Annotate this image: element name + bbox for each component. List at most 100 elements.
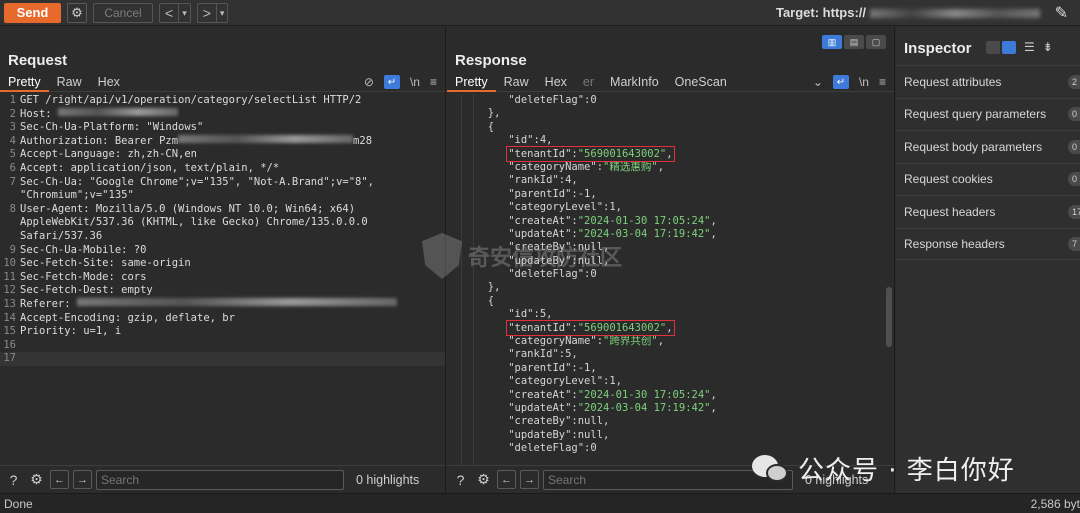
inspector-item[interactable]: Request cookies 0 xyxy=(896,162,1080,196)
json-pair: "rankId":5, xyxy=(508,348,578,360)
inspector-item[interactable]: Response headers 7 xyxy=(896,227,1080,260)
layout-single-icon[interactable]: ▢ xyxy=(866,35,886,49)
json-key: "tenantId" xyxy=(508,147,572,160)
newline-toggle[interactable]: \n xyxy=(410,75,420,89)
json-line: "categoryLevel":1, xyxy=(447,375,887,388)
line-content: Sec-Ch-Ua: "Google Chrome";v="135", "Not… xyxy=(20,175,375,188)
request-line: 9 Sec-Ch-Ua-Mobile: ?0 xyxy=(0,244,445,258)
tabs-dropdown-icon[interactable]: ⌄ xyxy=(813,75,823,89)
json-key: "categoryLevel" xyxy=(508,375,604,388)
response-scrollbar[interactable] xyxy=(886,287,892,347)
json-comma: , xyxy=(571,174,578,187)
forward-nav-group: > ▾ xyxy=(196,2,229,23)
response-wrap-lines-icon[interactable]: ↵ xyxy=(832,75,849,89)
request-line: 2 Host: xyxy=(0,107,445,122)
back-dropdown-icon[interactable]: ▾ xyxy=(178,3,190,22)
json-value: "2024-01-30 17:05:24" xyxy=(577,214,711,227)
request-search-input[interactable] xyxy=(96,469,344,490)
response-prev-match-icon[interactable]: ← xyxy=(497,470,516,489)
center-watermark: 奇安信攻防社区 xyxy=(422,233,622,279)
inspector-item-count: 0 xyxy=(1068,107,1080,122)
status-bytes: 2,586 byt xyxy=(1030,496,1080,511)
response-tab-raw[interactable]: Raw xyxy=(496,72,537,92)
response-newline-toggle[interactable]: \n xyxy=(859,75,869,89)
line-number: 11 xyxy=(3,270,16,283)
json-value: -1 xyxy=(577,187,591,200)
json-value: 0 xyxy=(590,442,597,455)
line-content: Authorization: Bearer Pzm xyxy=(20,134,179,147)
layout-horizontal-icon[interactable]: ▤ xyxy=(844,35,864,49)
request-tab-raw[interactable]: Raw xyxy=(49,72,90,92)
json-comma: , xyxy=(590,187,597,200)
json-key: "categoryName" xyxy=(508,160,597,173)
json-pair: "id":5, xyxy=(508,308,552,320)
json-brace: { xyxy=(487,294,495,307)
response-title: Response xyxy=(455,52,527,69)
json-line: "createAt":"2024-01-30 17:05:24", xyxy=(447,215,887,228)
json-line: "rankId":4, xyxy=(447,174,887,187)
layout-split-icon[interactable]: ▥ xyxy=(822,35,842,49)
request-line: 12 Sec-Fetch-Dest: empty xyxy=(0,284,445,298)
help-icon[interactable]: ? xyxy=(4,470,23,489)
send-button[interactable]: Send xyxy=(4,2,61,23)
status-bar: Done 2,586 byt xyxy=(0,493,1080,513)
back-arrow-icon[interactable]: < xyxy=(160,4,178,22)
forward-dropdown-icon[interactable]: ▾ xyxy=(215,3,228,22)
json-comma: , xyxy=(657,335,665,348)
json-key: "createAt" xyxy=(508,388,572,401)
forward-arrow-icon[interactable]: > xyxy=(198,4,216,22)
json-key: "categoryLevel" xyxy=(508,201,604,214)
inspector-item[interactable]: Request body parameters 0 xyxy=(896,130,1080,163)
response-next-match-icon[interactable]: → xyxy=(520,470,539,489)
inspector-item-label: Request headers xyxy=(904,204,996,219)
line-number: 4 xyxy=(9,134,16,147)
shield-logo-icon xyxy=(422,233,462,279)
hide-eye-icon[interactable]: ⊘ xyxy=(364,75,374,89)
inspector-item[interactable]: Request query parameters 0 xyxy=(896,97,1080,131)
inspector-title: Inspector xyxy=(904,40,972,57)
edit-pencil-icon[interactable]: ✎ xyxy=(1055,3,1068,23)
response-tab-render[interactable]: er xyxy=(575,72,602,92)
request-editor[interactable]: 1 GET /right/api/v1/operation/category/se… xyxy=(0,94,445,366)
search-settings-gear-icon[interactable]: ⚙ xyxy=(27,470,46,489)
line-number: 15 xyxy=(3,325,16,338)
response-tab-pretty[interactable]: Pretty xyxy=(447,72,496,92)
response-menu-icon[interactable]: ≡ xyxy=(879,75,886,89)
json-comma: , xyxy=(546,308,553,321)
prev-match-icon[interactable]: ← xyxy=(50,470,69,489)
cancel-button[interactable]: Cancel xyxy=(93,2,153,23)
redacted-value xyxy=(178,134,354,143)
json-key: "deleteFlag" xyxy=(508,442,585,455)
request-tab-pretty[interactable]: Pretty xyxy=(0,72,49,92)
align-icon[interactable]: ☰ xyxy=(1024,40,1035,54)
target-display[interactable]: Target: https:// xyxy=(776,5,1040,20)
request-tab-hex[interactable]: Hex xyxy=(90,72,128,92)
collapse-icon[interactable]: ⇟ xyxy=(1043,40,1053,54)
response-help-icon[interactable]: ? xyxy=(451,470,470,489)
json-comma: , xyxy=(546,134,553,147)
response-search-settings-gear-icon[interactable]: ⚙ xyxy=(474,470,493,489)
menu-icon[interactable]: ≡ xyxy=(430,75,437,89)
response-tab-markinfo[interactable]: MarkInfo xyxy=(602,72,667,92)
next-match-icon[interactable]: → xyxy=(73,470,92,489)
json-line: "createAt":"2024-01-30 17:05:24", xyxy=(447,389,887,402)
inspector-item[interactable]: Request headers 17 xyxy=(896,195,1080,228)
line-number: 10 xyxy=(3,257,16,270)
inspector-layout-left-icon[interactable] xyxy=(986,40,1000,54)
json-pair: "id":4, xyxy=(508,134,552,146)
line-number: 8 xyxy=(9,202,16,215)
response-tab-tools: ⌄ ↵ \n ≡ xyxy=(813,72,886,92)
line-number: 14 xyxy=(3,311,16,324)
inspector-item[interactable]: Request attributes 2 xyxy=(896,65,1080,98)
inspector-item-count: 0 xyxy=(1068,172,1080,187)
json-pair: "parentId":-1, xyxy=(508,362,597,374)
json-pair: "deleteFlag":0 xyxy=(508,94,597,106)
inspector-layout-right-icon[interactable] xyxy=(1002,40,1016,54)
settings-gear-icon[interactable]: ⚙ xyxy=(67,2,87,23)
response-tab-hex[interactable]: Hex xyxy=(537,72,575,92)
response-tab-onescan[interactable]: OneScan xyxy=(667,72,735,92)
wrap-lines-icon[interactable]: ↵ xyxy=(383,75,400,89)
json-key: "createAt" xyxy=(508,214,572,227)
json-line: "tenantId":"569001643002", xyxy=(447,319,887,336)
line-content: Sec-Ch-Ua-Platform: "Windows" xyxy=(20,121,204,134)
